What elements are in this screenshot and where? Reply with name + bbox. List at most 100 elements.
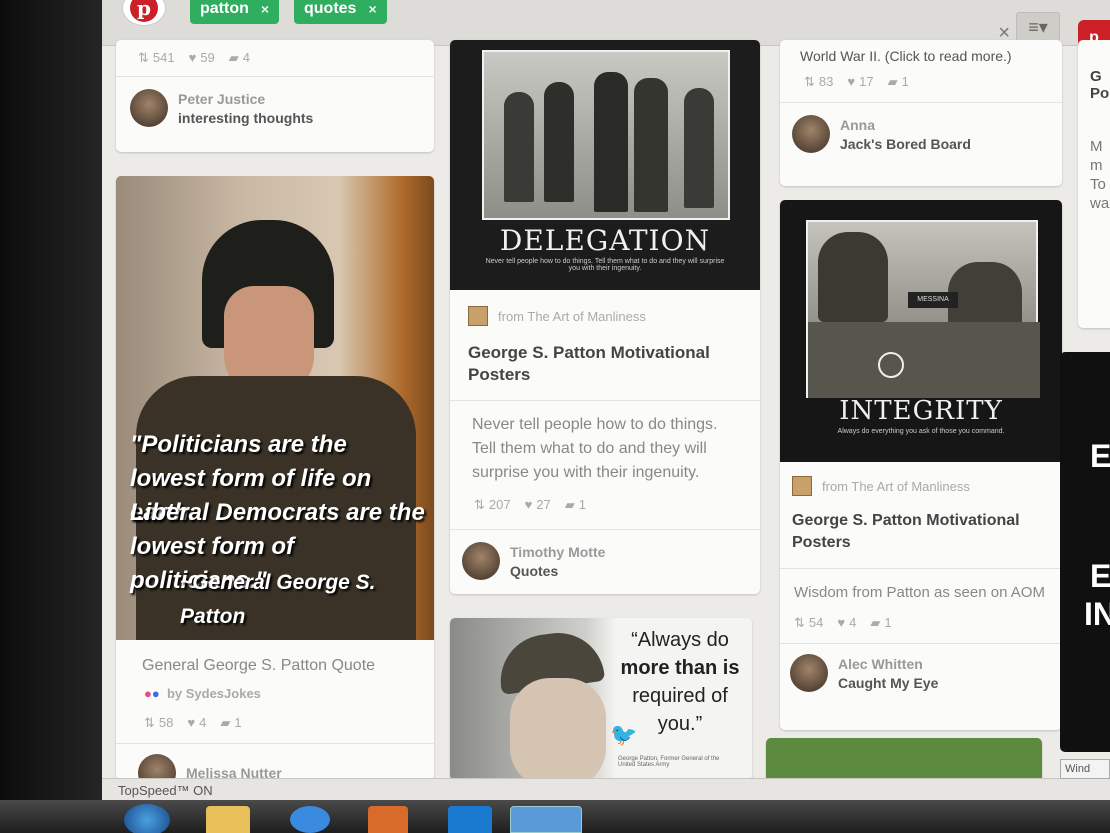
partial-text: m (1090, 157, 1103, 174)
repin-count: 541 (138, 50, 175, 66)
pinner-info[interactable]: Melissa Nutter (116, 744, 434, 780)
avatar[interactable] (790, 654, 828, 692)
status-bar: TopSpeed™ ON Wind (102, 759, 1110, 802)
photo-soldiers (482, 50, 730, 220)
aol-active-icon[interactable] (510, 806, 582, 833)
board-name[interactable]: Caught My Eye (838, 675, 938, 691)
repin-count: 83 (804, 74, 833, 90)
pin-card-partial[interactable]: G Po M m To wa (1078, 40, 1110, 328)
comment-count: 1 (888, 74, 909, 90)
board-name[interactable]: Jack's Bored Board (840, 136, 971, 152)
quote-line: more than is (620, 657, 740, 679)
avatar[interactable] (792, 115, 830, 153)
poster-title: INTEGRITY (839, 396, 1003, 426)
quote-attribution: George Patton, Former General of the Uni… (618, 756, 720, 768)
comment-count: 4 (229, 50, 250, 66)
partial-text: G (1090, 68, 1102, 85)
like-count: 4 (837, 615, 856, 631)
pin-card[interactable]: MESSINA INTEGRITY Always do everything y… (780, 200, 1062, 730)
pin-description: World War II. (Click to read more.) (800, 48, 1012, 64)
window-notification[interactable]: Wind (1060, 759, 1110, 779)
pinner-name[interactable]: Timothy Motte (510, 544, 605, 560)
repin-count: 207 (474, 497, 511, 513)
flickr-dots-icon: ● (151, 686, 160, 701)
pin-image[interactable]: “Always do more than is required of you.… (450, 618, 752, 780)
pin-card[interactable]: DELEGATION Never tell people how to do t… (450, 40, 760, 594)
partial-text: E (1090, 438, 1110, 474)
quote-line: “Always do (631, 629, 729, 651)
partial-text: Po (1090, 85, 1110, 102)
pin-source[interactable]: from The Art of Manliness (780, 462, 1062, 502)
pinner-info[interactable]: Peter Justice interesting thoughts (116, 77, 434, 139)
pin-description: Wisdom from Patton as seen on AOM (794, 584, 1045, 601)
aol-icon[interactable] (448, 806, 492, 833)
pin-image[interactable]: MESSINA INTEGRITY Always do everything y… (780, 200, 1062, 462)
pin-stats: 83 17 1 (780, 64, 1062, 102)
quote-attribution: ~General George S. Patton (180, 571, 376, 628)
tag-label: quotes (304, 0, 357, 17)
twitter-bird-icon: 🐦 (610, 722, 638, 747)
browser-viewport: p patton × quotes × × ≡▾ p 541 59 4 Pete… (102, 0, 1110, 800)
poster-caption: Always do everything you ask of those yo… (837, 428, 1005, 435)
source-link[interactable]: from The Art of Manliness (822, 479, 970, 494)
pin-card[interactable]: "Politicians are the lowest form of life… (116, 176, 434, 780)
pinner-name[interactable]: Peter Justice (178, 91, 313, 107)
tag-label: patton (200, 0, 249, 17)
monitor-bezel (0, 0, 108, 833)
flickr-dots-icon: ● (144, 686, 152, 701)
pin-card-partial[interactable]: E E IN (1060, 352, 1110, 752)
comment-count: 1 (870, 615, 891, 631)
repin-count: 54 (794, 615, 823, 631)
pin-card[interactable]: 541 59 4 Peter Justice interesting thoug… (116, 40, 434, 152)
via-link[interactable]: by SydesJokes (167, 686, 261, 701)
site-favicon-icon (792, 476, 812, 496)
comment-count: 1 (565, 497, 586, 513)
pinterest-logo-icon[interactable]: p (122, 0, 166, 26)
folder-icon[interactable] (206, 806, 250, 833)
pin-card[interactable]: “Always do more than is required of you.… (450, 618, 752, 780)
start-button-icon[interactable] (124, 804, 170, 833)
partial-text: To (1090, 176, 1106, 193)
photo-soldiers: MESSINA (806, 220, 1040, 398)
menu-button[interactable]: ≡▾ (1016, 12, 1060, 42)
pin-image[interactable]: "Politicians are the lowest form of life… (116, 176, 434, 640)
pinner-name[interactable]: Alec Whitten (838, 656, 938, 672)
quote-line: Liberal Democrats are the (130, 499, 425, 526)
pin-image[interactable]: DELEGATION Never tell people how to do t… (450, 40, 760, 290)
media-player-icon[interactable] (368, 806, 408, 833)
star-emblem-icon (878, 352, 904, 378)
pin-title[interactable]: George S. Patton Motivational Posters (450, 332, 760, 400)
quote-line: "Politicians are the (130, 431, 347, 458)
pinner-info[interactable]: Timothy Motte Quotes (450, 530, 760, 592)
pinner-info[interactable]: Alec Whitten Caught My Eye (780, 644, 1062, 702)
board-name[interactable]: Quotes (510, 563, 605, 579)
pin-card[interactable]: World War II. (Click to read more.) 83 1… (780, 40, 1062, 186)
partial-text: wa (1090, 195, 1110, 212)
pin-via[interactable]: ●● by SydesJokes (116, 684, 434, 703)
repin-count: 58 (144, 715, 173, 731)
pin-description: General George S. Patton Quote (142, 657, 376, 674)
like-count: 17 (847, 74, 873, 90)
pin-source[interactable]: from The Art of Manliness (450, 290, 760, 332)
pinner-name[interactable]: Anna (840, 117, 971, 133)
search-tag-patton[interactable]: patton × (190, 0, 280, 24)
source-link[interactable]: from The Art of Manliness (498, 309, 646, 324)
poster-title: DELEGATION (499, 224, 711, 257)
pin-title[interactable]: George S. Patton Motivational Posters (780, 502, 1062, 568)
avatar[interactable] (130, 89, 168, 127)
partial-text: IN (1084, 596, 1110, 632)
face-shape (510, 678, 606, 780)
pinner-info[interactable]: Anna Jack's Bored Board (780, 103, 1062, 165)
pin-stats: 58 4 1 (116, 703, 434, 743)
avatar[interactable] (138, 754, 176, 780)
search-tag-quotes[interactable]: quotes × (294, 0, 387, 24)
remove-tag-icon[interactable]: × (261, 1, 269, 17)
partial-text: E (1090, 558, 1110, 594)
remove-tag-icon[interactable]: × (368, 1, 376, 17)
sign-text: MESSINA (908, 292, 958, 308)
pin-stats: 207 27 1 (450, 493, 760, 529)
like-count: 4 (187, 715, 206, 731)
board-name[interactable]: interesting thoughts (178, 110, 313, 126)
avatar[interactable] (462, 542, 500, 580)
internet-explorer-icon[interactable] (290, 806, 330, 833)
